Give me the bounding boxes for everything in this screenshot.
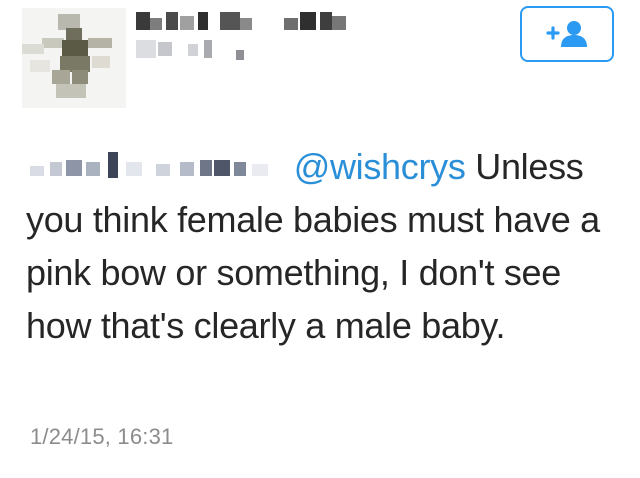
username — [136, 40, 256, 60]
tweet-text-first-line: Unless — [465, 146, 584, 187]
tweet-text-body: you think female babies must have a pink… — [26, 199, 600, 346]
display-name[interactable] — [136, 12, 256, 32]
header-handle-block — [284, 12, 350, 32]
timestamp[interactable]: 1/24/15, 16:31 — [30, 424, 173, 450]
tweet-text: @wishcrys Unless you think female babies… — [26, 140, 616, 352]
name-placeholder — [26, 154, 284, 184]
avatar[interactable] — [22, 8, 126, 108]
follow-button[interactable] — [520, 6, 614, 62]
mention-link[interactable]: @wishcrys — [294, 146, 466, 187]
follow-user-icon — [545, 19, 589, 49]
